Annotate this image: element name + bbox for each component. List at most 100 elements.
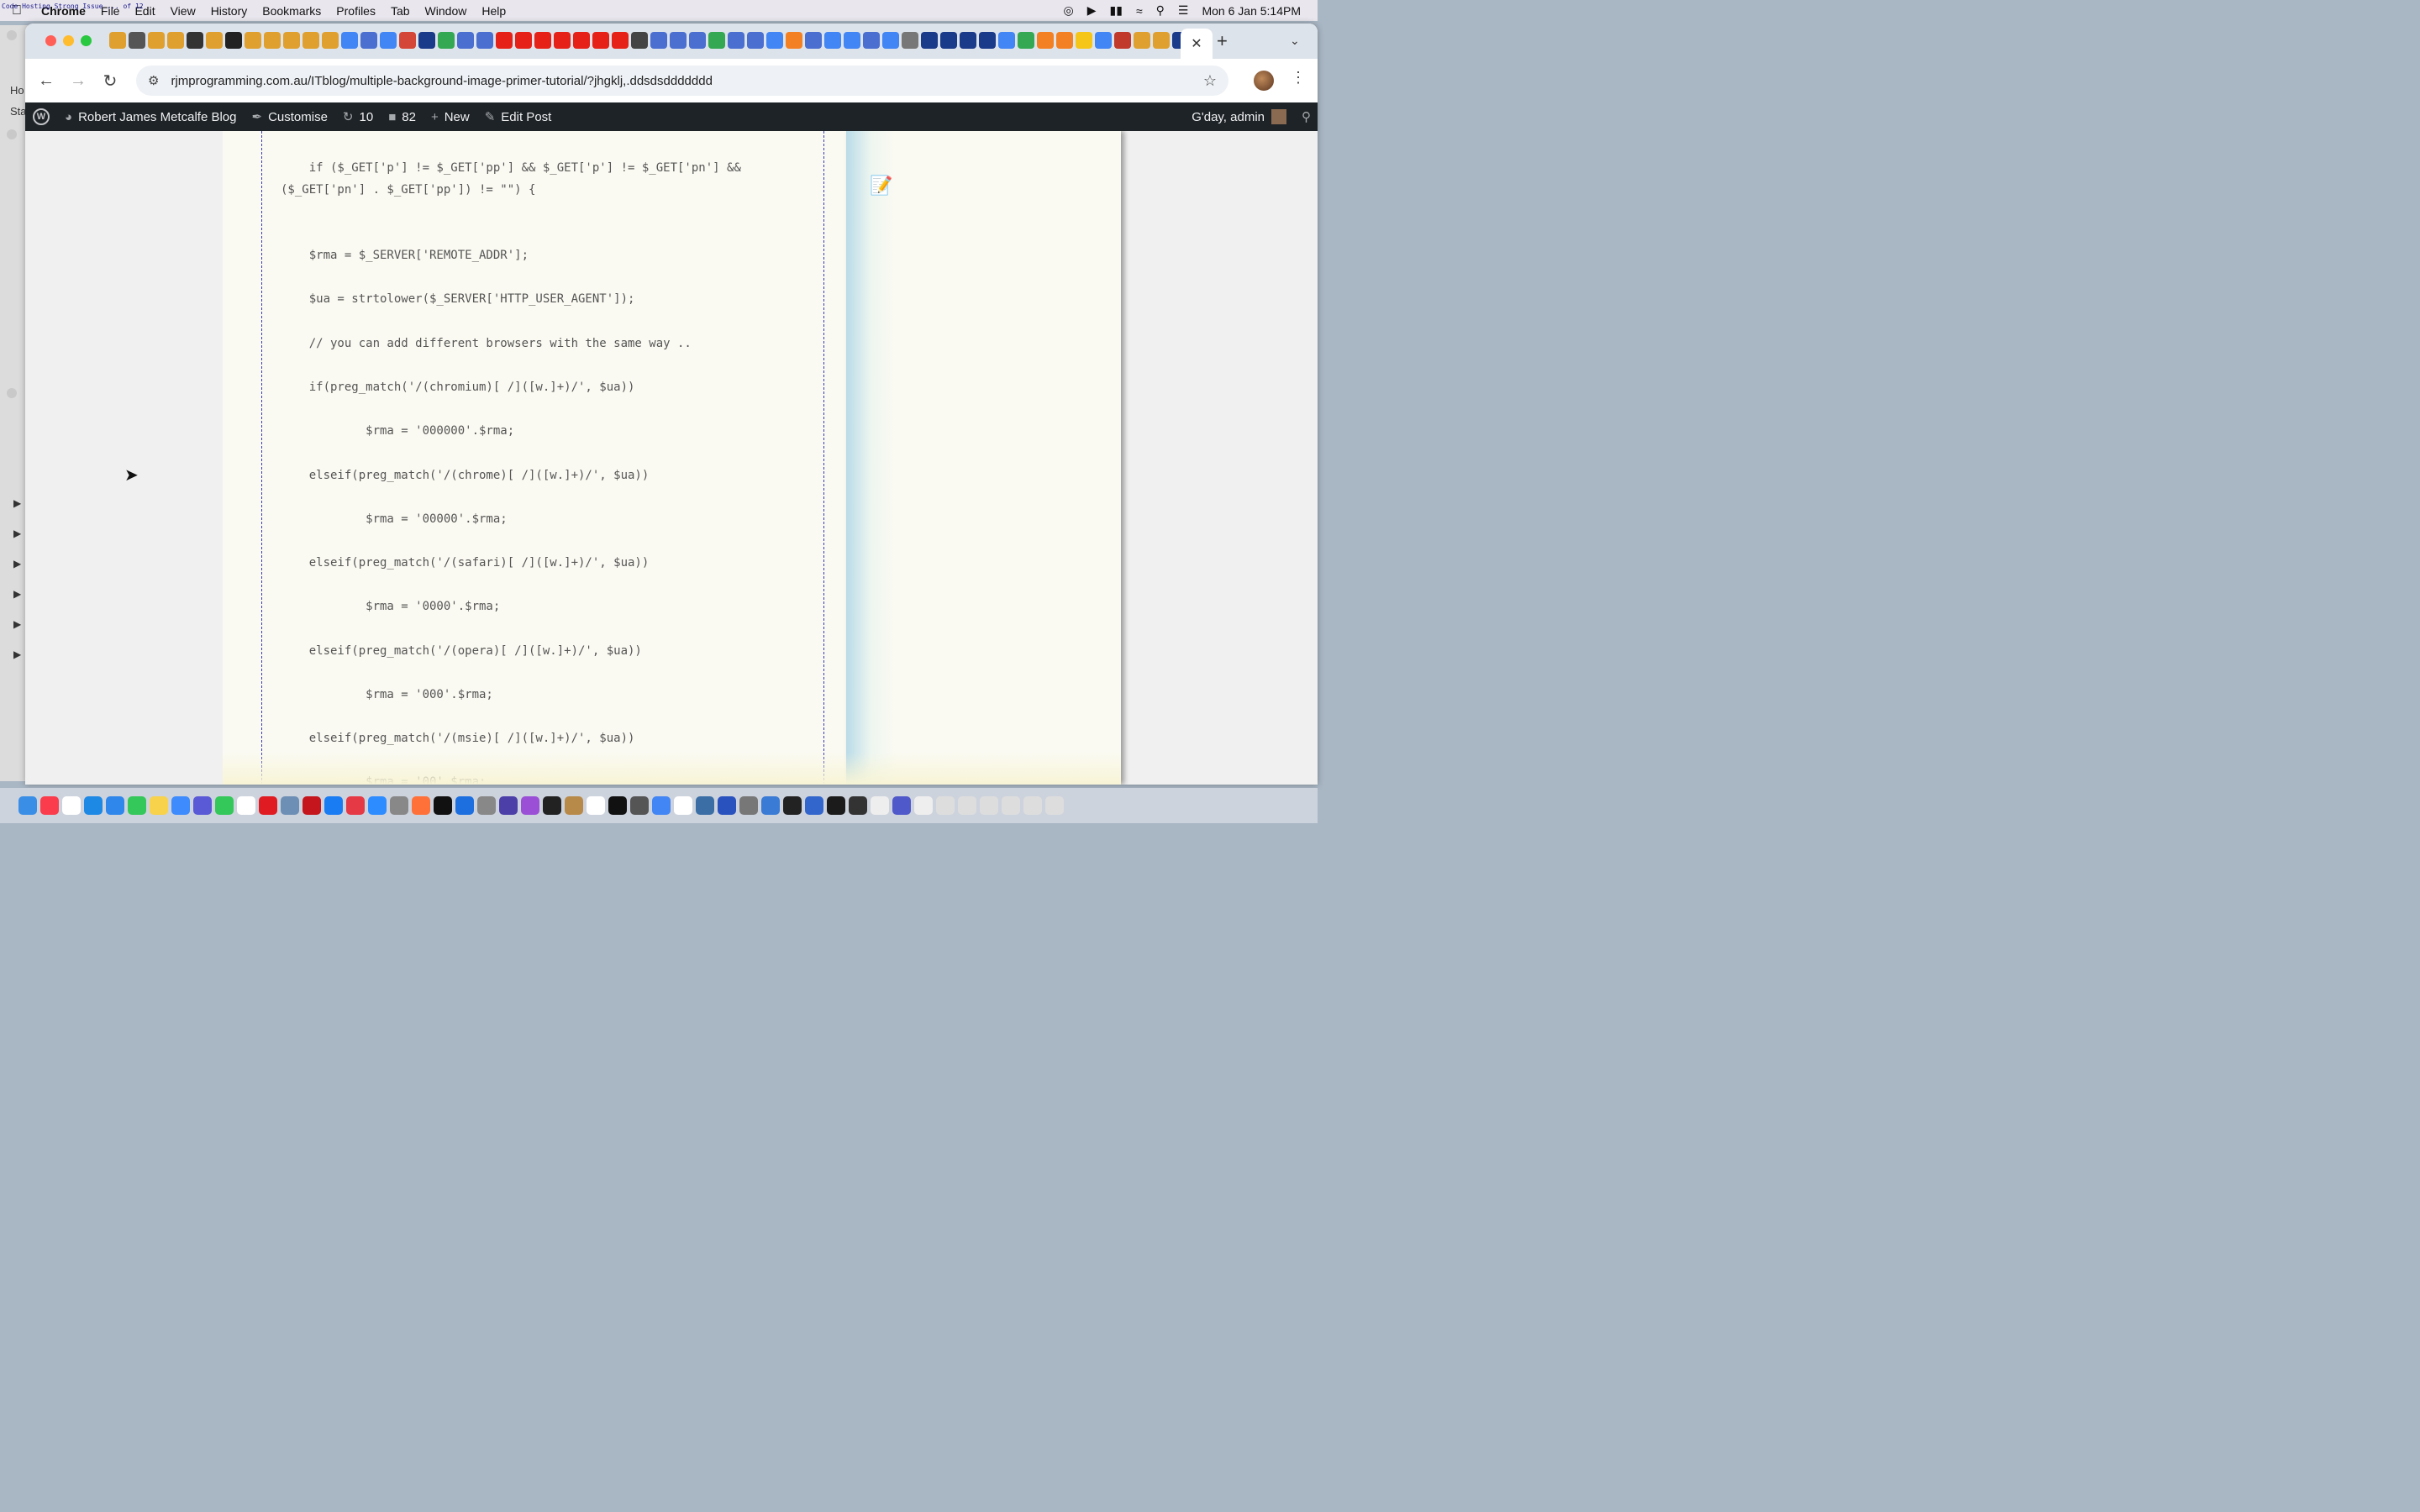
calculator-icon[interactable] bbox=[630, 796, 649, 815]
tab-favicon[interactable] bbox=[109, 32, 126, 49]
activity-monitor-icon[interactable] bbox=[783, 796, 802, 815]
reminders-icon[interactable] bbox=[62, 796, 81, 815]
tab-favicon[interactable] bbox=[592, 32, 609, 49]
launchpad-icon[interactable] bbox=[193, 796, 212, 815]
back-arrow-icon[interactable]: ← bbox=[30, 71, 62, 91]
tab-favicon[interactable] bbox=[1037, 32, 1054, 49]
tab-favicon[interactable] bbox=[650, 32, 667, 49]
filezilla-icon[interactable] bbox=[302, 796, 321, 815]
tab-favicon[interactable] bbox=[573, 32, 590, 49]
menu-tab[interactable]: Tab bbox=[383, 4, 418, 18]
gimp-icon[interactable] bbox=[390, 796, 408, 815]
zoom-window-icon[interactable] bbox=[81, 35, 92, 46]
tab-favicon[interactable] bbox=[805, 32, 822, 49]
url-text[interactable]: rjmprogramming.com.au/ITblog/multiple-ba… bbox=[171, 74, 712, 88]
edit-post-link[interactable]: ✎ Edit Post bbox=[477, 109, 560, 125]
keynote-icon[interactable] bbox=[805, 796, 823, 815]
messages-icon[interactable] bbox=[128, 796, 146, 815]
tab-favicon[interactable] bbox=[534, 32, 551, 49]
new-content-link[interactable]: + New bbox=[424, 110, 477, 124]
podcasts-icon[interactable] bbox=[521, 796, 539, 815]
tab-favicon[interactable] bbox=[728, 32, 744, 49]
bookmark-star-icon[interactable]: ☆ bbox=[1203, 72, 1217, 90]
apple-tv-icon[interactable] bbox=[434, 796, 452, 815]
tab-favicon[interactable] bbox=[998, 32, 1015, 49]
wifi-icon[interactable]: ≈ bbox=[1136, 4, 1143, 18]
tab-close-icon[interactable]: ✕ bbox=[1191, 35, 1202, 52]
tab-favicon[interactable] bbox=[167, 32, 184, 49]
preview-icon[interactable] bbox=[281, 796, 299, 815]
tab-favicon[interactable] bbox=[1134, 32, 1150, 49]
folder-icon[interactable] bbox=[936, 796, 955, 815]
tab-favicon[interactable] bbox=[921, 32, 938, 49]
updates-link[interactable]: ↻ 10 bbox=[335, 109, 381, 125]
xcode-icon[interactable] bbox=[324, 796, 343, 815]
disclosure-triangle-icon[interactable]: ▶ bbox=[13, 648, 21, 660]
document-icon[interactable] bbox=[871, 796, 889, 815]
tab-favicon[interactable] bbox=[283, 32, 300, 49]
textedit-icon[interactable] bbox=[237, 796, 255, 815]
tab-favicon[interactable] bbox=[399, 32, 416, 49]
tab-favicon[interactable] bbox=[1095, 32, 1112, 49]
disclosure-triangle-icon[interactable]: ▶ bbox=[13, 618, 21, 630]
tab-search-chevron-icon[interactable]: ⌄ bbox=[1290, 34, 1300, 48]
comments-link[interactable]: ■ 82 bbox=[381, 110, 424, 124]
browser-menu-icon[interactable]: ⋮ bbox=[1291, 69, 1306, 87]
tab-favicon[interactable] bbox=[1153, 32, 1170, 49]
admin-avatar[interactable] bbox=[1271, 109, 1286, 124]
admin-greeting[interactable]: G'day, admin bbox=[1192, 110, 1265, 124]
script-editor-icon[interactable] bbox=[827, 796, 845, 815]
tab-favicon[interactable] bbox=[1056, 32, 1073, 49]
notes-icon[interactable] bbox=[150, 796, 168, 815]
tab-favicon[interactable] bbox=[979, 32, 996, 49]
tab-favicon[interactable] bbox=[206, 32, 223, 49]
minimized-window-icon[interactable] bbox=[1002, 796, 1020, 815]
close-window-icon[interactable] bbox=[45, 35, 56, 46]
github-icon[interactable] bbox=[849, 796, 867, 815]
tab-favicon[interactable] bbox=[902, 32, 918, 49]
tab-favicon[interactable] bbox=[225, 32, 242, 49]
tab-favicon[interactable] bbox=[341, 32, 358, 49]
intellij-icon[interactable] bbox=[718, 796, 736, 815]
tab-favicon[interactable] bbox=[786, 32, 802, 49]
disclosure-triangle-icon[interactable]: ▶ bbox=[13, 558, 21, 570]
notepad-icon[interactable]: 📝 bbox=[870, 175, 892, 197]
control-center-icon[interactable]: ☰ bbox=[1178, 3, 1189, 18]
calendar-icon[interactable] bbox=[587, 796, 605, 815]
bbedit-icon[interactable] bbox=[499, 796, 518, 815]
safari-icon[interactable] bbox=[84, 796, 103, 815]
music-icon[interactable] bbox=[40, 796, 59, 815]
menu-view[interactable]: View bbox=[163, 4, 203, 18]
tab-favicon[interactable] bbox=[689, 32, 706, 49]
site-settings-icon[interactable]: ⚙ bbox=[148, 73, 159, 88]
page-viewport[interactable]: if ($_GET['p'] != $_GET['pp'] && $_GET['… bbox=[25, 131, 1318, 785]
news-icon[interactable] bbox=[346, 796, 365, 815]
tab-favicon[interactable] bbox=[863, 32, 880, 49]
archive-icon[interactable] bbox=[565, 796, 583, 815]
opera-icon[interactable] bbox=[259, 796, 277, 815]
globe-icon[interactable]: ◎ bbox=[1064, 3, 1074, 18]
facetime-icon[interactable] bbox=[215, 796, 234, 815]
wp-logo-button[interactable]: W bbox=[25, 108, 57, 125]
address-bar[interactable]: ⚙ rjmprogramming.com.au/ITblog/multiple-… bbox=[136, 66, 1228, 96]
app-store-icon[interactable] bbox=[171, 796, 190, 815]
tab-favicon[interactable] bbox=[1114, 32, 1131, 49]
mail-icon[interactable] bbox=[106, 796, 124, 815]
terminal-icon[interactable] bbox=[543, 796, 561, 815]
tab-favicon[interactable] bbox=[940, 32, 957, 49]
tab-favicon[interactable] bbox=[187, 32, 203, 49]
tab-favicon[interactable] bbox=[245, 32, 261, 49]
menu-bookmarks[interactable]: Bookmarks bbox=[255, 4, 329, 18]
tab-favicon[interactable] bbox=[322, 32, 339, 49]
tab-favicon[interactable] bbox=[747, 32, 764, 49]
tab-favicon[interactable] bbox=[515, 32, 532, 49]
disclosure-triangle-icon[interactable]: ▶ bbox=[13, 528, 21, 539]
finder-icon[interactable] bbox=[18, 796, 37, 815]
menu-history[interactable]: History bbox=[203, 4, 255, 18]
tab-favicon[interactable] bbox=[766, 32, 783, 49]
trash-icon[interactable] bbox=[1045, 796, 1064, 815]
pages-icon[interactable] bbox=[674, 796, 692, 815]
zoom-icon[interactable] bbox=[368, 796, 387, 815]
system-icon[interactable] bbox=[477, 796, 496, 815]
tab-favicon[interactable] bbox=[882, 32, 899, 49]
